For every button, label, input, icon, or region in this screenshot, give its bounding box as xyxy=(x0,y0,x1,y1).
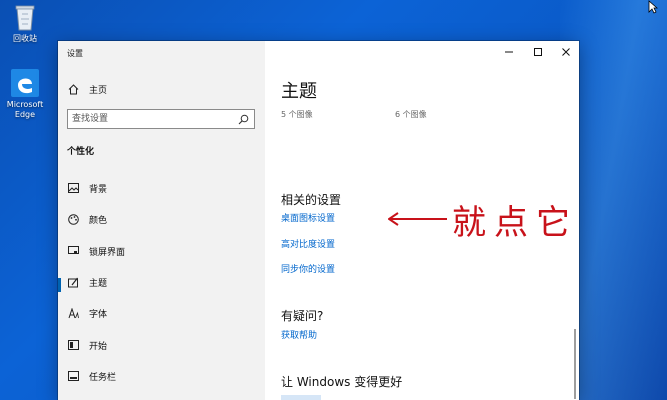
related-settings-heading: 相关的设置 xyxy=(281,193,342,207)
mouse-cursor-icon xyxy=(648,0,658,14)
close-button[interactable] xyxy=(555,44,577,60)
close-icon xyxy=(562,48,570,56)
help-heading: 有疑问? xyxy=(281,309,324,323)
sidebar-home-label: 主页 xyxy=(89,85,108,96)
sidebar-item-label: 主题 xyxy=(89,278,108,289)
cut-off-link[interactable] xyxy=(281,395,321,400)
settings-search-box[interactable] xyxy=(67,109,255,129)
settings-sidebar: 设置 主页 个性化 背景 颜色 xyxy=(58,41,265,400)
sidebar-item-label: 字体 xyxy=(89,309,108,320)
recycle-bin-icon xyxy=(15,5,35,31)
scrollbar[interactable] xyxy=(574,329,576,399)
picture-icon xyxy=(67,182,79,194)
font-icon xyxy=(67,307,79,319)
search-input[interactable] xyxy=(72,112,232,126)
window-title: 设置 xyxy=(67,49,83,58)
desktop-icon-edge[interactable]: Microsoft Edge xyxy=(0,68,50,120)
sidebar-item-label: 开始 xyxy=(89,341,108,352)
theme-image-count: 5 个图像 xyxy=(281,110,313,119)
desktop-icon-recycle-bin[interactable]: 回收站 xyxy=(0,2,50,44)
settings-content: 主题 5 个图像 6 个图像 相关的设置 桌面图标设置 高对比度设置 同步你的设… xyxy=(265,41,579,400)
sidebar-item-taskbar[interactable]: 任务栏 xyxy=(67,369,116,383)
improve-windows-heading: 让 Windows 变得更好 xyxy=(281,375,403,389)
sidebar-item-start[interactable]: 开始 xyxy=(67,338,107,352)
desktop-icon-label: Microsoft Edge xyxy=(6,100,44,119)
get-help-link[interactable]: 获取帮助 xyxy=(281,328,317,341)
maximize-icon xyxy=(534,48,542,56)
theme-brush-icon xyxy=(67,276,79,288)
sidebar-item-label: 任务栏 xyxy=(89,372,117,383)
annotation-callout: 就点它 xyxy=(388,199,578,243)
red-arrow-icon xyxy=(388,212,447,226)
sidebar-item-themes[interactable]: 主题 xyxy=(67,275,107,289)
sidebar-item-label: 颜色 xyxy=(89,215,108,226)
theme-image-count: 6 个图像 xyxy=(395,110,427,119)
sidebar-item-fonts[interactable]: 字体 xyxy=(67,306,107,320)
selected-indicator xyxy=(58,278,61,292)
sidebar-item-label: 背景 xyxy=(89,184,108,195)
annotation-text: 就点它 xyxy=(452,202,578,243)
settings-window: 设置 主页 个性化 背景 颜色 xyxy=(58,41,579,400)
search-icon[interactable] xyxy=(238,114,249,125)
minimize-button[interactable] xyxy=(498,44,520,60)
sidebar-section-title: 个性化 xyxy=(67,147,95,157)
sidebar-item-label: 锁屏界面 xyxy=(89,247,126,258)
lock-screen-icon xyxy=(67,245,79,257)
page-title: 主题 xyxy=(281,81,317,102)
maximize-button[interactable] xyxy=(527,44,549,60)
sidebar-item-lock-screen[interactable]: 锁屏界面 xyxy=(67,244,125,258)
taskbar-icon xyxy=(67,370,79,382)
sidebar-item-colors[interactable]: 颜色 xyxy=(67,212,107,226)
desktop-icon-settings-link[interactable]: 桌面图标设置 xyxy=(281,211,335,224)
sidebar-item-background[interactable]: 背景 xyxy=(67,181,107,195)
desktop-icon-label: 回收站 xyxy=(13,34,37,43)
minimize-icon xyxy=(505,51,513,53)
sync-settings-link[interactable]: 同步你的设置 xyxy=(281,262,335,275)
start-menu-icon xyxy=(67,339,79,351)
palette-icon xyxy=(67,213,79,225)
high-contrast-settings-link[interactable]: 高对比度设置 xyxy=(281,237,335,250)
edge-icon xyxy=(11,69,39,97)
home-icon xyxy=(67,83,79,95)
sidebar-home[interactable]: 主页 xyxy=(67,82,107,96)
